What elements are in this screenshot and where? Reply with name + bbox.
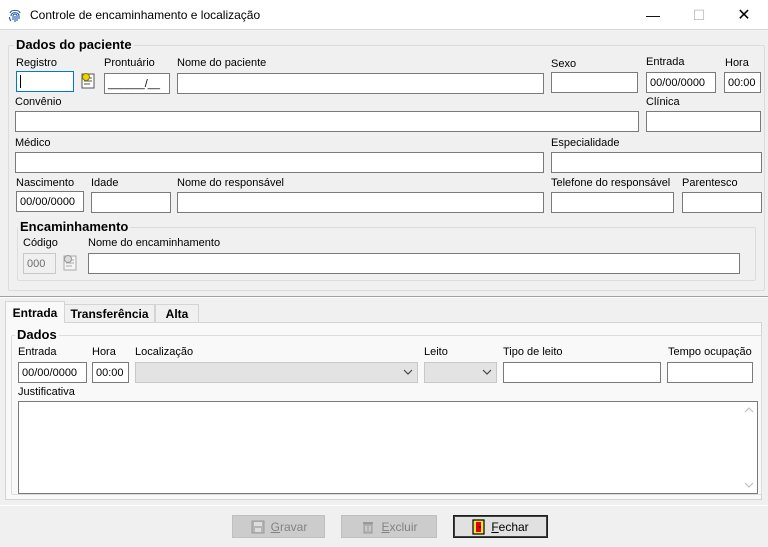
gravar-button: Gravar (232, 515, 325, 538)
hora-input[interactable]: 00:00 (724, 72, 761, 93)
tempo-ocupacao-input[interactable] (667, 362, 753, 383)
prontuario-input[interactable]: ______/__ (104, 73, 170, 94)
tab-entrada[interactable]: Entrada (5, 301, 65, 323)
especialidade-label: Especialidade (551, 137, 620, 149)
medico-label: Médico (15, 137, 51, 149)
fechar-button[interactable]: Fechar (453, 515, 548, 538)
nome-paciente-label: Nome do paciente (177, 57, 267, 69)
hora-label: Hora (725, 57, 749, 69)
gravar-label: Gravar (270, 519, 308, 534)
parentesco-label: Parentesco (682, 177, 738, 189)
tempo-ocupacao-label: Tempo ocupação (668, 346, 752, 358)
responsavel-label: Nome do responsável (177, 177, 285, 189)
title-bar: Controle de encaminhamento e localização… (0, 0, 768, 30)
maximize-icon: ☐ (692, 6, 706, 23)
entrada-label: Entrada (646, 56, 685, 68)
fechar-label: Fechar (491, 519, 529, 534)
leito-select[interactable] (424, 362, 497, 383)
clinica-label: Clínica (646, 96, 680, 108)
close-button[interactable]: ✕ (721, 0, 767, 30)
registro-input[interactable] (16, 71, 74, 92)
codigo-label: Código (23, 237, 58, 249)
tipo-leito-label: Tipo de leito (503, 346, 563, 358)
minimize-button[interactable]: — (630, 0, 676, 30)
nascimento-label: Nascimento (16, 177, 75, 189)
chevron-down-icon (403, 369, 413, 375)
medico-input[interactable] (15, 152, 544, 173)
window-title: Controle de encaminhamento e localização (30, 8, 261, 22)
separator-highlight (0, 297, 768, 298)
maximize-button: ☐ (676, 0, 722, 30)
tab-alta[interactable]: Alta (155, 304, 199, 322)
entry-entrada-label: Entrada (18, 346, 57, 358)
nome-encaminhamento-label: Nome do encaminhamento (88, 237, 221, 249)
tab-transferencia[interactable]: Transferência (64, 304, 155, 322)
trash-icon (363, 521, 374, 533)
search-patient-icon[interactable] (80, 72, 97, 90)
excluir-button: Excluir (341, 515, 437, 538)
scroll-up-icon[interactable] (744, 405, 754, 415)
nascimento-input[interactable]: 00/00/0000 (16, 191, 84, 212)
convenio-input[interactable] (15, 111, 639, 132)
localizacao-select[interactable] (135, 362, 418, 383)
justificativa-scrollbar[interactable] (741, 402, 757, 493)
idade-input[interactable] (91, 192, 171, 213)
fingerprint-icon (8, 9, 21, 22)
sexo-label: Sexo (551, 58, 577, 70)
entry-entrada-input[interactable]: 00/00/0000 (18, 362, 87, 383)
exit-door-icon (472, 518, 485, 535)
idade-label: Idade (91, 177, 119, 189)
leito-label: Leito (424, 346, 448, 358)
codigo-input: 000 (23, 253, 56, 274)
justificativa-label: Justificativa (18, 386, 75, 398)
chevron-down-icon (482, 369, 492, 375)
nome-encaminhamento-input[interactable] (88, 253, 740, 274)
registro-label: Registro (16, 57, 57, 69)
entrada-input[interactable]: 00/00/0000 (646, 72, 716, 93)
search-referral-icon (63, 255, 77, 271)
responsavel-input[interactable] (177, 192, 544, 213)
referral-group-title: Encaminhamento (18, 219, 131, 234)
close-icon: ✕ (737, 7, 751, 24)
nome-paciente-input[interactable] (177, 73, 544, 94)
prontuario-label: Prontuário (104, 57, 155, 69)
save-icon (251, 520, 265, 533)
excluir-label: Excluir (381, 519, 418, 534)
clinica-input[interactable] (646, 111, 761, 132)
especialidade-input[interactable] (551, 152, 762, 173)
entry-hora-label: Hora (92, 346, 116, 358)
justificativa-textarea[interactable] (18, 401, 758, 494)
bottom-separator (0, 505, 768, 506)
entry-hora-input[interactable]: 00:00 (92, 362, 129, 383)
convenio-label: Convênio (15, 96, 62, 108)
parentesco-input[interactable] (682, 192, 762, 213)
sexo-input[interactable] (551, 72, 638, 93)
minimize-icon: — (646, 7, 660, 23)
telefone-input[interactable] (551, 192, 674, 213)
patient-group-title: Dados do paciente (14, 37, 134, 52)
localizacao-label: Localização (135, 346, 194, 358)
telefone-label: Telefone do responsável (551, 177, 671, 189)
scroll-down-icon[interactable] (744, 480, 754, 490)
tipo-leito-input[interactable] (503, 362, 661, 383)
entry-group-title: Dados (15, 327, 59, 342)
